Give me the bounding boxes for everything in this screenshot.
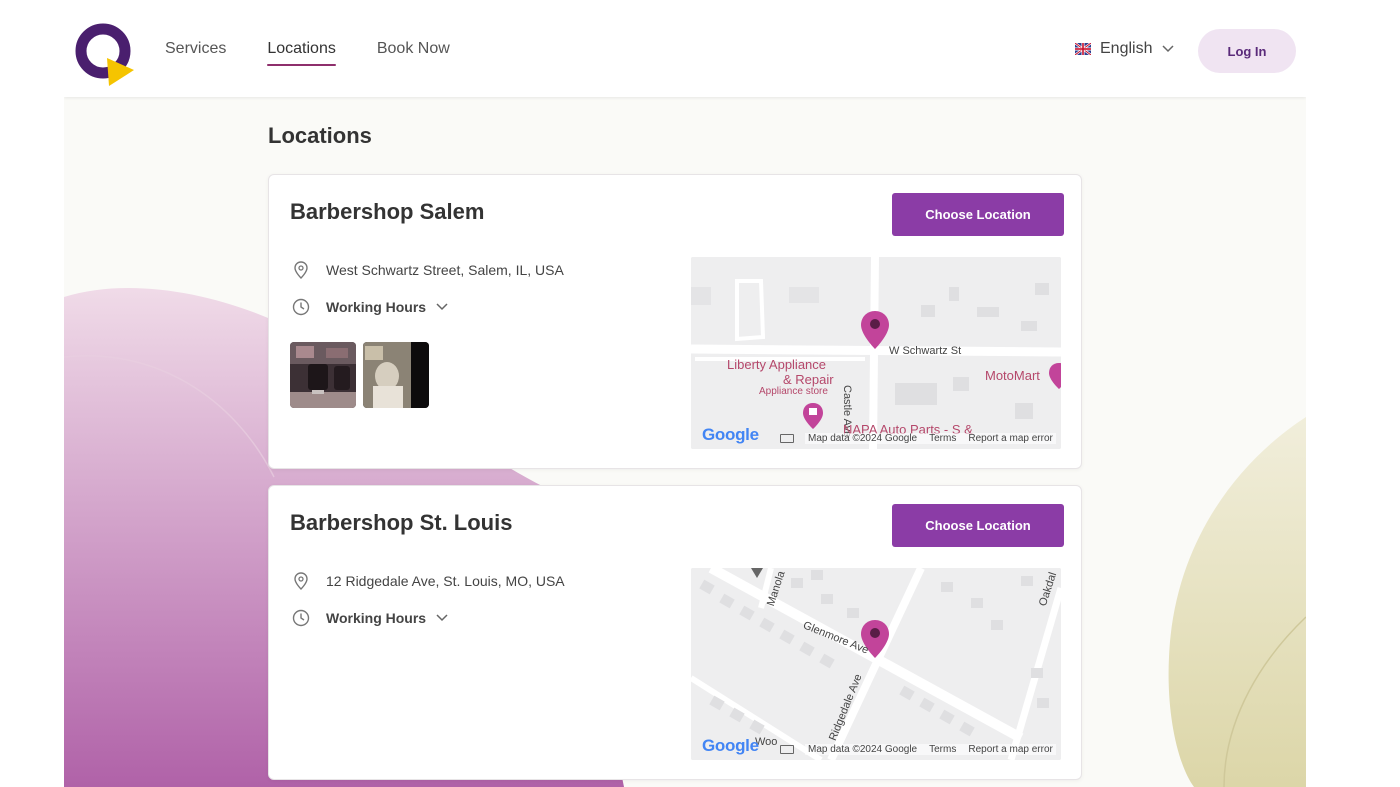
top-header: Services Locations Book Now English Log …: [64, 0, 1306, 97]
location-address: West Schwartz Street, Salem, IL, USA: [290, 259, 564, 281]
place-label: Appliance store: [759, 386, 828, 397]
nav-services[interactable]: Services: [165, 36, 226, 62]
login-button[interactable]: Log In: [1198, 29, 1296, 73]
page-title: Locations: [268, 123, 372, 148]
map-pin-icon: [290, 570, 312, 592]
street-label: W Schwartz St: [889, 345, 962, 357]
app-frame: Services Locations Book Now English Log …: [64, 0, 1306, 787]
language-label: English: [1100, 40, 1153, 57]
language-selector[interactable]: English: [1075, 40, 1175, 58]
keyboard-icon[interactable]: [780, 745, 794, 754]
place-label: & Repair: [783, 372, 834, 387]
map-pin-icon: [290, 259, 312, 281]
map-terms-link[interactable]: Terms: [929, 744, 956, 755]
working-hours-label: Working Hours: [326, 610, 427, 626]
nav-locations[interactable]: Locations: [267, 36, 336, 66]
uk-flag-icon: [1075, 43, 1091, 55]
gallery-photo[interactable]: [290, 342, 356, 408]
clock-icon: [290, 296, 312, 318]
map-report-link[interactable]: Report a map error: [968, 744, 1052, 755]
working-hours-toggle[interactable]: Working Hours: [290, 296, 448, 318]
clock-icon: [290, 607, 312, 629]
map-report-link[interactable]: Report a map error: [968, 433, 1052, 444]
map-data-text: Map data ©2024 Google: [808, 744, 918, 755]
chevron-down-icon: [436, 614, 448, 622]
chevron-down-icon: [436, 303, 448, 311]
gallery-photo[interactable]: [363, 342, 429, 408]
location-card: Barbershop St. Louis Choose Location 12 …: [268, 485, 1082, 780]
choose-location-button[interactable]: Choose Location: [892, 193, 1064, 236]
google-logo: Google: [702, 425, 759, 444]
place-label: Liberty Appliance: [727, 357, 827, 372]
location-name: Barbershop Salem: [290, 199, 485, 224]
chevron-down-icon: [1162, 45, 1175, 53]
nav-book-now[interactable]: Book Now: [377, 36, 450, 62]
main-nav: Services Locations Book Now: [165, 0, 491, 97]
google-logo: Google: [702, 736, 759, 755]
brand-logo-icon[interactable]: [75, 22, 137, 86]
working-hours-label: Working Hours: [326, 299, 427, 315]
map-data-text: Map data ©2024 Google: [808, 433, 918, 444]
address-text: 12 Ridgedale Ave, St. Louis, MO, USA: [326, 573, 565, 589]
location-map[interactable]: W Schwartz St Castle Ave Liberty Applian…: [691, 257, 1061, 449]
place-label: MotoMart: [985, 368, 1040, 383]
address-text: West Schwartz Street, Salem, IL, USA: [326, 262, 564, 278]
working-hours-toggle[interactable]: Working Hours: [290, 607, 448, 629]
keyboard-icon[interactable]: [780, 434, 794, 443]
map-terms-link[interactable]: Terms: [929, 433, 956, 444]
choose-location-button[interactable]: Choose Location: [892, 504, 1064, 547]
map-attribution: Map data ©2024 Google Terms Report a map…: [805, 433, 1056, 444]
location-card: Barbershop Salem Choose Location West Sc…: [268, 174, 1082, 469]
photo-gallery: [290, 342, 436, 408]
map-attribution: Map data ©2024 Google Terms Report a map…: [805, 744, 1056, 755]
location-address: 12 Ridgedale Ave, St. Louis, MO, USA: [290, 570, 565, 592]
location-name: Barbershop St. Louis: [290, 510, 513, 535]
location-map[interactable]: Glenmore Ave Ridgedale Ave Manola Oakdal…: [691, 568, 1061, 760]
